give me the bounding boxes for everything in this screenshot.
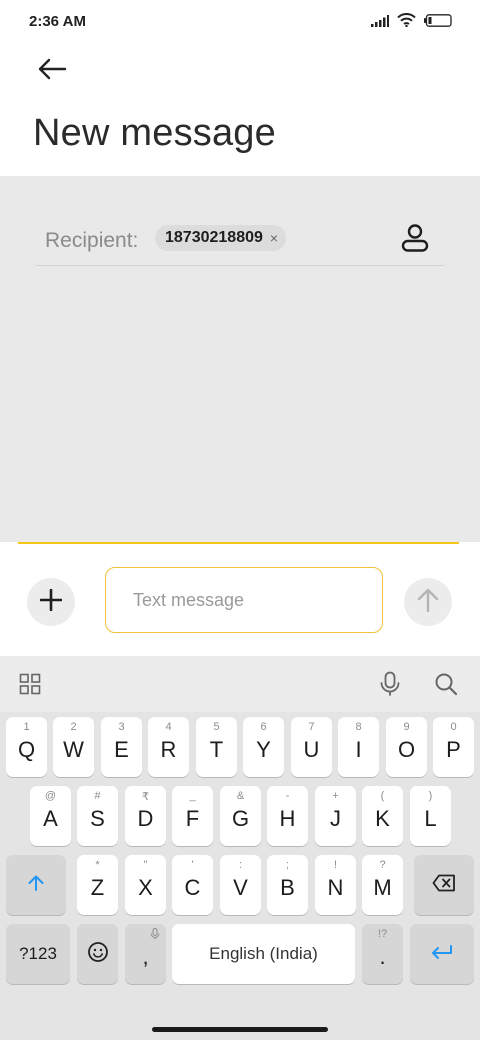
key-l[interactable]: ) L	[410, 786, 451, 846]
symbols-key[interactable]: ?123	[6, 924, 70, 984]
key-s[interactable]: # S	[77, 786, 118, 846]
key-h[interactable]: -H	[267, 786, 308, 846]
shift-arrow-icon	[27, 874, 45, 897]
enter-icon	[430, 944, 454, 965]
send-button[interactable]	[404, 578, 452, 626]
emoji-icon	[87, 941, 109, 968]
keyboard-toolbar	[0, 656, 480, 712]
recipient-row[interactable]: Recipient: 18730218809 ×	[36, 212, 444, 266]
key-m[interactable]: ? M	[362, 855, 403, 915]
key-b[interactable]: ; B	[267, 855, 308, 915]
status-time: 2:36 AM	[29, 13, 86, 30]
page-title: New message	[33, 112, 276, 154]
key-e[interactable]: 3E	[101, 717, 142, 777]
back-button[interactable]	[30, 52, 74, 90]
key-j[interactable]: + J	[315, 786, 356, 846]
microphone-icon[interactable]	[376, 670, 404, 698]
status-bar: 2:36 AM	[0, 0, 480, 44]
key-p[interactable]: 0P	[433, 717, 474, 777]
plus-icon	[39, 588, 63, 616]
status-icons	[371, 13, 452, 32]
contact-picker-button[interactable]	[400, 223, 430, 253]
search-icon[interactable]	[432, 670, 460, 698]
recipient-label: Recipient:	[45, 229, 139, 252]
key-g[interactable]: & G	[220, 786, 261, 846]
key-z[interactable]: * Z	[77, 855, 118, 915]
key-k[interactable]: (K	[362, 786, 403, 846]
period-key[interactable]: !? .	[362, 924, 403, 984]
home-indicator[interactable]	[152, 1027, 328, 1032]
comma-key[interactable]: ,	[125, 924, 166, 984]
key-r[interactable]: 4R	[148, 717, 189, 777]
signal-icon	[371, 14, 389, 32]
key-q[interactable]: 1Q	[6, 717, 47, 777]
key-v[interactable]: :V	[220, 855, 261, 915]
key-y[interactable]: 6Y	[243, 717, 284, 777]
add-attachment-button[interactable]	[27, 578, 75, 626]
key-u[interactable]: 7U	[291, 717, 332, 777]
key-w[interactable]: 2W	[53, 717, 94, 777]
space-key[interactable]: English (India)	[172, 924, 355, 984]
emoji-key[interactable]	[77, 924, 118, 984]
key-f[interactable]: _ F	[172, 786, 213, 846]
wifi-icon	[397, 13, 416, 32]
message-input[interactable]	[105, 567, 383, 633]
send-arrow-icon	[417, 587, 439, 618]
enter-key[interactable]	[410, 924, 474, 984]
microphone-hint-icon	[150, 927, 160, 945]
recipient-chip-number: 18730218809	[165, 229, 263, 246]
conversation-area: Recipient: 18730218809 ×	[0, 176, 480, 542]
back-arrow-icon	[37, 58, 67, 85]
shift-key[interactable]	[6, 855, 66, 915]
close-icon[interactable]: ×	[270, 230, 278, 246]
keyboard: 1Q 2W 3E 4R 5T 6Y 7U 8I 9O 0P @ A # S ₹ D _…	[0, 656, 480, 1040]
key-n[interactable]: ! N	[315, 855, 356, 915]
key-t[interactable]: 5T	[196, 717, 237, 777]
grid-apps-icon[interactable]	[16, 670, 44, 698]
battery-icon	[424, 13, 452, 32]
key-c[interactable]: ' C	[172, 855, 213, 915]
key-a[interactable]: @ A	[30, 786, 71, 846]
backspace-icon	[432, 874, 456, 897]
contact-person-icon	[400, 224, 430, 257]
accent-divider	[18, 542, 459, 544]
key-d[interactable]: ₹ D	[125, 786, 166, 846]
key-o[interactable]: 9O	[386, 717, 427, 777]
recipient-chip[interactable]: 18730218809 ×	[155, 225, 287, 251]
key-i[interactable]: 8I	[338, 717, 379, 777]
backspace-key[interactable]	[414, 855, 474, 915]
key-x[interactable]: " X	[125, 855, 166, 915]
